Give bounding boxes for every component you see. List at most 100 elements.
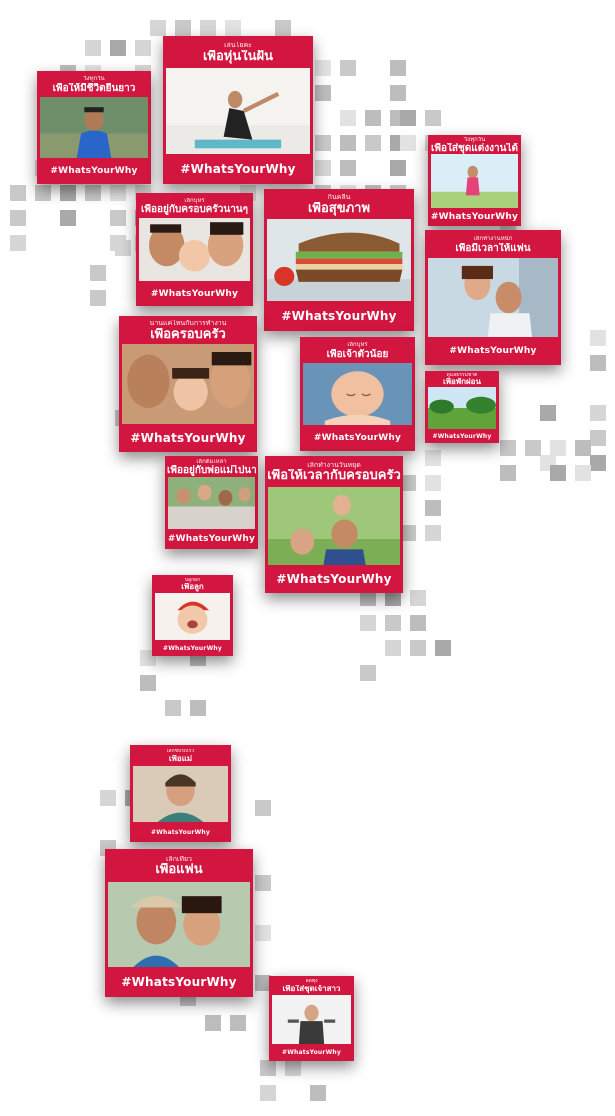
hashtag-label: #WhatsYourWhy — [282, 1049, 341, 1056]
mosaic-tile — [365, 135, 381, 151]
photo-couple-smile — [108, 882, 250, 967]
card-reason: เพื่อลูก — [181, 583, 204, 592]
card-activity: เลิกบุหรี่ — [184, 197, 205, 204]
mosaic-tile — [400, 110, 416, 126]
mosaic-tile — [260, 1060, 276, 1076]
card-activity: กินคลีน — [327, 194, 351, 201]
photo-fitness-woman — [272, 995, 351, 1044]
mosaic-tile — [190, 700, 206, 716]
why-card-little-one[interactable]: เลิกบุหรี่ เพื่อเจ้าตัวน้อย #WhatsYourWh… — [300, 337, 415, 451]
mosaic-tile — [285, 1060, 301, 1076]
photo-couple-piggyback — [428, 258, 558, 337]
photo-grandma-baby — [122, 344, 254, 424]
mosaic-tile — [310, 1085, 326, 1101]
card-activity: ดูแลธรรมชาติ — [446, 373, 478, 378]
mosaic-tile — [340, 60, 356, 76]
card-caption: เลิกขับรถเร็ว เพื่อแม่ — [130, 745, 231, 766]
card-caption: ปลูกผัก เพื่อลูก — [152, 575, 233, 593]
photo-family-kiss — [139, 218, 250, 281]
why-card-for-mother[interactable]: เลิกขับรถเร็ว เพื่อแม่ #WhatsYourWhy — [130, 745, 231, 842]
card-activity: เลิกเที่ยว — [166, 855, 192, 863]
mosaic-tile — [85, 185, 101, 201]
mosaic-tile — [115, 240, 131, 256]
mosaic-tile — [110, 210, 126, 226]
hashtag-label: #WhatsYourWhy — [313, 433, 402, 443]
why-card-health[interactable]: กินคลีน เพื่อสุขภาพ #WhatsYourWhy — [264, 189, 414, 331]
why-card-work-outfit[interactable]: วิ่งทุกวัน เพื่อใส่ชุดแต่งงานได้ #WhatsY… — [428, 135, 521, 226]
mosaic-tile — [110, 185, 126, 201]
mosaic-tile — [410, 590, 426, 606]
mosaic-tile — [425, 110, 441, 126]
mosaic-tile — [385, 615, 401, 631]
mosaic-tile — [90, 265, 106, 281]
mosaic-tile — [575, 440, 591, 456]
card-reason: เพื่อแม่ — [168, 754, 193, 763]
why-card-time-with-partner[interactable]: เลิกทำงานหนัก เพื่อมีเวลาให้แฟน #WhatsYo… — [425, 230, 561, 365]
mosaic-tile — [390, 60, 406, 76]
card-reason: เพื่อพักผ่อน — [443, 378, 481, 387]
mosaic-tile — [525, 440, 541, 456]
hashtag-label: #WhatsYourWhy — [276, 572, 392, 586]
why-card-family-kiss[interactable]: เลิกบุหรี่ เพื่ออยู่กับครอบครัวนานๆ #Wha… — [136, 193, 253, 306]
why-card-elders[interactable]: เลิกดื่มเหล้า เพื่ออยู่กับพ่อแม่ไปนานๆ #… — [165, 456, 258, 549]
mosaic-tile — [360, 615, 376, 631]
mosaic-tile — [390, 85, 406, 101]
mosaic-tile — [360, 665, 376, 681]
mosaic-tile — [35, 185, 51, 201]
why-card-for-partner[interactable]: เลิกเที่ยว เพื่อแฟน #WhatsYourWhy — [105, 849, 253, 997]
mosaic-tile — [575, 465, 591, 481]
mosaic-tile — [85, 40, 101, 56]
card-reason: เพื่อแฟน — [155, 863, 203, 878]
card-activity: นานแค่ไหนกับการทำงาน — [149, 320, 227, 327]
photo-yoga-woman — [166, 68, 310, 154]
why-card-for-family[interactable]: นานแค่ไหนกับการทำงาน เพื่อครอบครัว #What… — [119, 316, 257, 452]
card-activity: เลิกทำงานหนัก — [473, 236, 513, 243]
card-caption: เล่นโยคะ เพื่อหุ่นในฝัน — [163, 36, 313, 68]
card-reason: เพื่อให้มีชีวิตยืนยาว — [52, 82, 136, 94]
why-card-family-time[interactable]: เลิกทำงานวันหยุด เพื่อให้เวลากับครอบครัว… — [265, 456, 403, 593]
card-activity: วิ่งทุกวัน — [463, 137, 486, 143]
mosaic-tile — [10, 235, 26, 251]
photo-jogging-woman — [431, 154, 518, 208]
mosaic-tile — [150, 20, 166, 36]
card-reason: เพื่อเจ้าตัวน้อย — [326, 348, 389, 360]
hashtag-label: #WhatsYourWhy — [130, 431, 246, 445]
hashtag-label: #WhatsYourWhy — [163, 644, 222, 652]
mosaic-tile — [435, 640, 451, 656]
card-reason: เพื่อให้เวลากับครอบครัว — [267, 469, 401, 484]
mosaic-tile — [205, 1015, 221, 1031]
hashtag-label: #WhatsYourWhy — [180, 162, 296, 176]
card-activity: ลดพุง — [305, 979, 318, 985]
photo-elder-group — [168, 477, 255, 529]
mosaic-tile — [385, 640, 401, 656]
mosaic-tile — [590, 455, 606, 471]
why-card-wedding-dress[interactable]: ลดพุง เพื่อใส่ชุดเจ้าสาว #WhatsYourWhy — [269, 976, 354, 1061]
mosaic-tile — [255, 925, 271, 941]
mosaic-tile — [340, 110, 356, 126]
hashtag-label: #WhatsYourWhy — [50, 166, 138, 176]
mosaic-tile — [100, 790, 116, 806]
why-card-yoga[interactable]: เล่นโยคะ เพื่อหุ่นในฝัน #WhatsYourWhy — [163, 36, 313, 184]
mosaic-tile — [590, 355, 606, 371]
mosaic-tile — [410, 640, 426, 656]
card-caption: ดูแลธรรมชาติ เพื่อพักผ่อน — [425, 371, 499, 387]
card-caption: เลิกทำงานวันหยุด เพื่อให้เวลากับครอบครัว — [265, 456, 403, 487]
card-reason: เพื่อสุขภาพ — [307, 201, 371, 216]
mosaic-tile — [175, 20, 191, 36]
card-activity: เลิกขับรถเร็ว — [166, 749, 195, 755]
hashtag-label: #WhatsYourWhy — [430, 212, 519, 222]
why-card-parks[interactable]: ดูแลธรรมชาติ เพื่อพักผ่อน #WhatsYourWhy — [425, 371, 499, 443]
mosaic-tile — [590, 430, 606, 446]
mosaic-tile — [315, 135, 331, 151]
mosaic-tile — [390, 160, 406, 176]
why-card-for-child[interactable]: ปลูกผัก เพื่อลูก #WhatsYourWhy — [152, 575, 233, 656]
mosaic-tile — [110, 40, 126, 56]
why-card-long-life[interactable]: วิ่งทุกวัน เพื่อให้มีชีวิตยืนยาว #WhatsY… — [37, 71, 151, 184]
card-reason: เพื่ออยู่กับพ่อแม่ไปนานๆ — [167, 465, 256, 477]
card-reason: เพื่อหุ่นในฝัน — [202, 49, 273, 64]
card-reason: เพื่อใส่ชุดเจ้าสาว — [282, 984, 341, 993]
mosaic-tile — [340, 160, 356, 176]
photo-green-park — [428, 387, 496, 429]
mosaic-tile — [165, 700, 181, 716]
mosaic-tile — [315, 160, 331, 176]
